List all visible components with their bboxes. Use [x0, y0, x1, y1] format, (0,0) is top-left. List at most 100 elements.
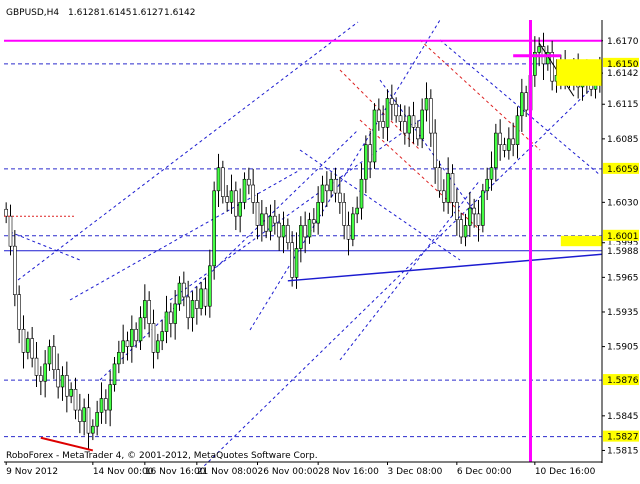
candle-body-12 [56, 369, 60, 388]
candle-body-27 [121, 340, 125, 353]
candle-body-7 [34, 357, 39, 376]
chart-canvas: 1.61701.61421.61151.60851.60301.59951.59… [4, 8, 639, 477]
candle-body-43 [190, 300, 195, 319]
price-chart: 1.61701.61421.61151.60851.60301.59951.59… [0, 0, 640, 480]
x-tick-label-8: 10 Dec 16:00 [535, 467, 596, 477]
candle-body-42 [186, 296, 190, 319]
candle-body-1 [8, 215, 13, 247]
candle-body-18 [82, 407, 86, 422]
candle-body-70 [307, 219, 312, 238]
candle-body-21 [95, 412, 99, 427]
candle-body-65 [286, 225, 290, 244]
candle-body-116 [507, 138, 511, 151]
candle-body-39 [173, 303, 177, 324]
candle-body-40 [177, 282, 182, 305]
horizontal-levels [4, 39, 602, 438]
candle-body-91 [398, 115, 403, 122]
level-label-5: 1.5988 [607, 247, 639, 257]
candle-body-105 [459, 219, 463, 238]
candle-body-117 [511, 138, 515, 145]
candle-body-68 [299, 225, 303, 249]
candle-body-52 [229, 190, 234, 203]
candle-body-29 [130, 328, 134, 347]
candle-body-28 [125, 340, 130, 347]
candle-body-16 [73, 388, 78, 411]
candle-body-73 [320, 184, 325, 203]
watermark: RoboForex - MetaTrader 4, © 2001-2012, M… [6, 451, 318, 461]
channel-line-1 [99, 129, 359, 381]
candle-body-87 [381, 121, 385, 128]
target-zone-lower [560, 235, 602, 247]
candle-body-66 [290, 242, 294, 278]
candle-body-84 [368, 144, 372, 163]
candle-body-99 [433, 132, 437, 169]
candle-body-48 [212, 190, 216, 267]
level-label-3: 1.6059 [607, 165, 639, 175]
candle-body-115 [502, 144, 507, 151]
candle-body-112 [489, 167, 494, 180]
candle-body-90 [394, 103, 398, 117]
candle-body-77 [338, 192, 342, 203]
candle-body-96 [420, 109, 424, 140]
candle-body-120 [524, 92, 528, 111]
candle-body-35 [156, 340, 160, 353]
candle-body-46 [203, 288, 208, 307]
ohlc-low: 1.6127 [132, 8, 164, 18]
candle-body-63 [277, 222, 281, 238]
candle-body-80 [351, 213, 355, 240]
candle-body-86 [377, 109, 381, 122]
candle-body-104 [455, 202, 459, 220]
candle-body-97 [424, 98, 429, 111]
candle-body-60 [264, 213, 268, 232]
ohlc-close: 1.6142 [164, 8, 196, 18]
candles [4, 32, 602, 450]
x-tick-label-5: 28 Nov 16:00 [318, 467, 379, 477]
candle-body-19 [86, 407, 91, 434]
channel-line-10 [69, 169, 301, 301]
candle-body-25 [112, 363, 117, 385]
candle-body-76 [333, 178, 338, 194]
candle-body-49 [216, 167, 221, 192]
candle-body-57 [251, 184, 255, 203]
candle-body-44 [195, 300, 199, 309]
candle-body-103 [450, 173, 455, 203]
candle-body-67 [294, 248, 299, 278]
candle-body-32 [143, 300, 147, 319]
candle-body-17 [78, 409, 82, 422]
candle-body-31 [138, 317, 143, 342]
candle-body-47 [208, 265, 212, 307]
candle-body-3 [17, 294, 21, 330]
candle-body-93 [407, 115, 411, 134]
candle-body-54 [238, 202, 242, 217]
level-label-4: 1.6001 [607, 232, 639, 242]
channel-line-3 [199, 79, 601, 471]
candle-body-92 [403, 121, 407, 134]
candle-body-101 [442, 190, 446, 203]
candle-body-94 [411, 115, 416, 128]
candle-body-10 [47, 346, 52, 365]
candle-body-89 [390, 98, 394, 105]
target-zone-upper [556, 59, 602, 86]
candle-body-119 [520, 92, 524, 117]
channel-line-0 [17, 21, 359, 281]
y-tick-label-2: 1.6115 [607, 100, 639, 110]
candle-body-95 [416, 127, 420, 140]
candle-body-108 [472, 207, 476, 215]
candle-body-75 [329, 178, 333, 192]
candle-body-61 [268, 215, 273, 232]
candle-body-78 [342, 202, 346, 226]
candle-body-14 [65, 375, 69, 397]
candle-body-85 [372, 109, 377, 163]
candle-body-113 [494, 132, 498, 169]
y-tick-label-6: 1.5965 [607, 273, 639, 283]
candle-body-23 [104, 398, 108, 411]
candle-body-20 [91, 425, 95, 434]
candle-body-2 [13, 245, 17, 295]
candle-body-0 [4, 208, 8, 217]
candle-body-107 [468, 207, 472, 226]
candle-body-72 [316, 202, 320, 224]
candle-body-74 [325, 184, 329, 192]
level-label-0: 1.6170 [607, 37, 639, 47]
candle-body-71 [312, 219, 316, 224]
y-tick-label-7: 1.5935 [607, 308, 639, 318]
